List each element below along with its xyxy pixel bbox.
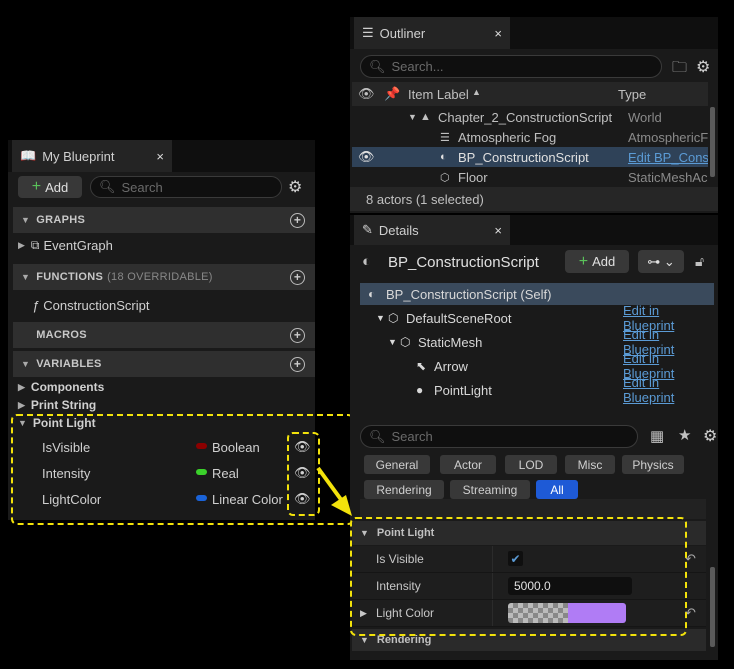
highlight-arrow — [316, 466, 352, 516]
